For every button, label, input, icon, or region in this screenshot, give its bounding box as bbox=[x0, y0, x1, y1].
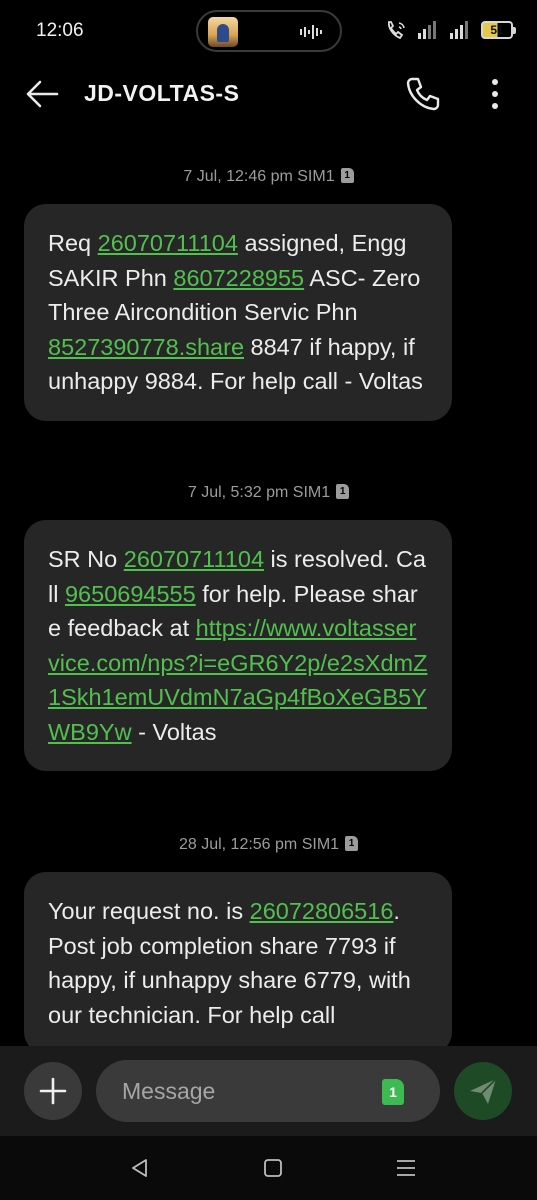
message-timestamp: 7 Jul, 12:46 pm SIM1 bbox=[0, 168, 537, 186]
message-text: Req bbox=[48, 230, 98, 256]
signal-2-icon bbox=[450, 21, 468, 39]
message-timestamp: 7 Jul, 5:32 pm SIM1 bbox=[0, 484, 537, 502]
media-thumbnail-icon bbox=[208, 17, 238, 47]
battery-icon: 51 bbox=[481, 21, 516, 39]
message-text: SR No bbox=[48, 546, 124, 572]
back-arrow-icon[interactable] bbox=[24, 78, 60, 110]
message-bubble[interactable]: Your request no. is 26072806516. Post jo… bbox=[24, 872, 452, 1046]
plus-icon bbox=[39, 1077, 67, 1105]
media-island[interactable] bbox=[196, 10, 342, 52]
message-bubble[interactable]: SR No 26070711104 is resolved. Call 9650… bbox=[24, 520, 452, 771]
message-text: Your request no. is bbox=[48, 898, 250, 924]
wifi-call-icon bbox=[387, 21, 405, 40]
message-text: - Voltas bbox=[131, 718, 217, 745]
message-input-placeholder: Message bbox=[122, 1078, 216, 1104]
message-link[interactable]: 8607228955 bbox=[173, 265, 304, 291]
system-nav-bar bbox=[0, 1136, 537, 1200]
send-button[interactable] bbox=[454, 1062, 512, 1120]
nav-home-icon[interactable] bbox=[262, 1157, 284, 1179]
sim-card-icon bbox=[336, 484, 350, 499]
message-list[interactable]: 7 Jul, 12:46 pm SIM1 Req 26070711104 ass… bbox=[0, 126, 537, 1046]
attach-button[interactable] bbox=[24, 1062, 82, 1120]
sim-select-button[interactable]: 1 bbox=[382, 1079, 404, 1105]
message-link[interactable]: 9650694555 bbox=[65, 581, 196, 607]
nav-recents-icon[interactable] bbox=[394, 1157, 418, 1179]
audio-wave-icon bbox=[300, 25, 322, 39]
message-link[interactable]: 8527390778.share bbox=[48, 334, 244, 360]
composer-bar: Message 1 bbox=[0, 1046, 537, 1136]
sim-card-icon bbox=[345, 836, 359, 851]
message-link[interactable]: 26070711104 bbox=[124, 546, 264, 572]
clock: 12:06 bbox=[36, 20, 84, 41]
status-bar: 12:06 51 bbox=[0, 0, 537, 62]
nav-back-icon[interactable] bbox=[128, 1156, 152, 1180]
message-input[interactable]: Message 1 bbox=[96, 1060, 440, 1122]
phone-call-icon[interactable] bbox=[404, 76, 442, 112]
more-options-icon[interactable] bbox=[484, 76, 506, 112]
message-link[interactable]: 26070711104 bbox=[98, 230, 238, 256]
message-link[interactable]: 26072806516 bbox=[250, 898, 394, 924]
contact-title: JD-VOLTAS-S bbox=[84, 80, 240, 106]
conversation-header: JD-VOLTAS-S bbox=[0, 62, 537, 126]
message-bubble[interactable]: Req 26070711104 assigned, Engg SAKIR Phn… bbox=[24, 204, 452, 421]
system-icons: 51 bbox=[385, 18, 516, 42]
send-icon bbox=[470, 1078, 497, 1104]
signal-1-icon bbox=[418, 21, 436, 39]
message-timestamp: 28 Jul, 12:56 pm SIM1 bbox=[0, 836, 537, 854]
sim-card-icon bbox=[340, 168, 354, 183]
